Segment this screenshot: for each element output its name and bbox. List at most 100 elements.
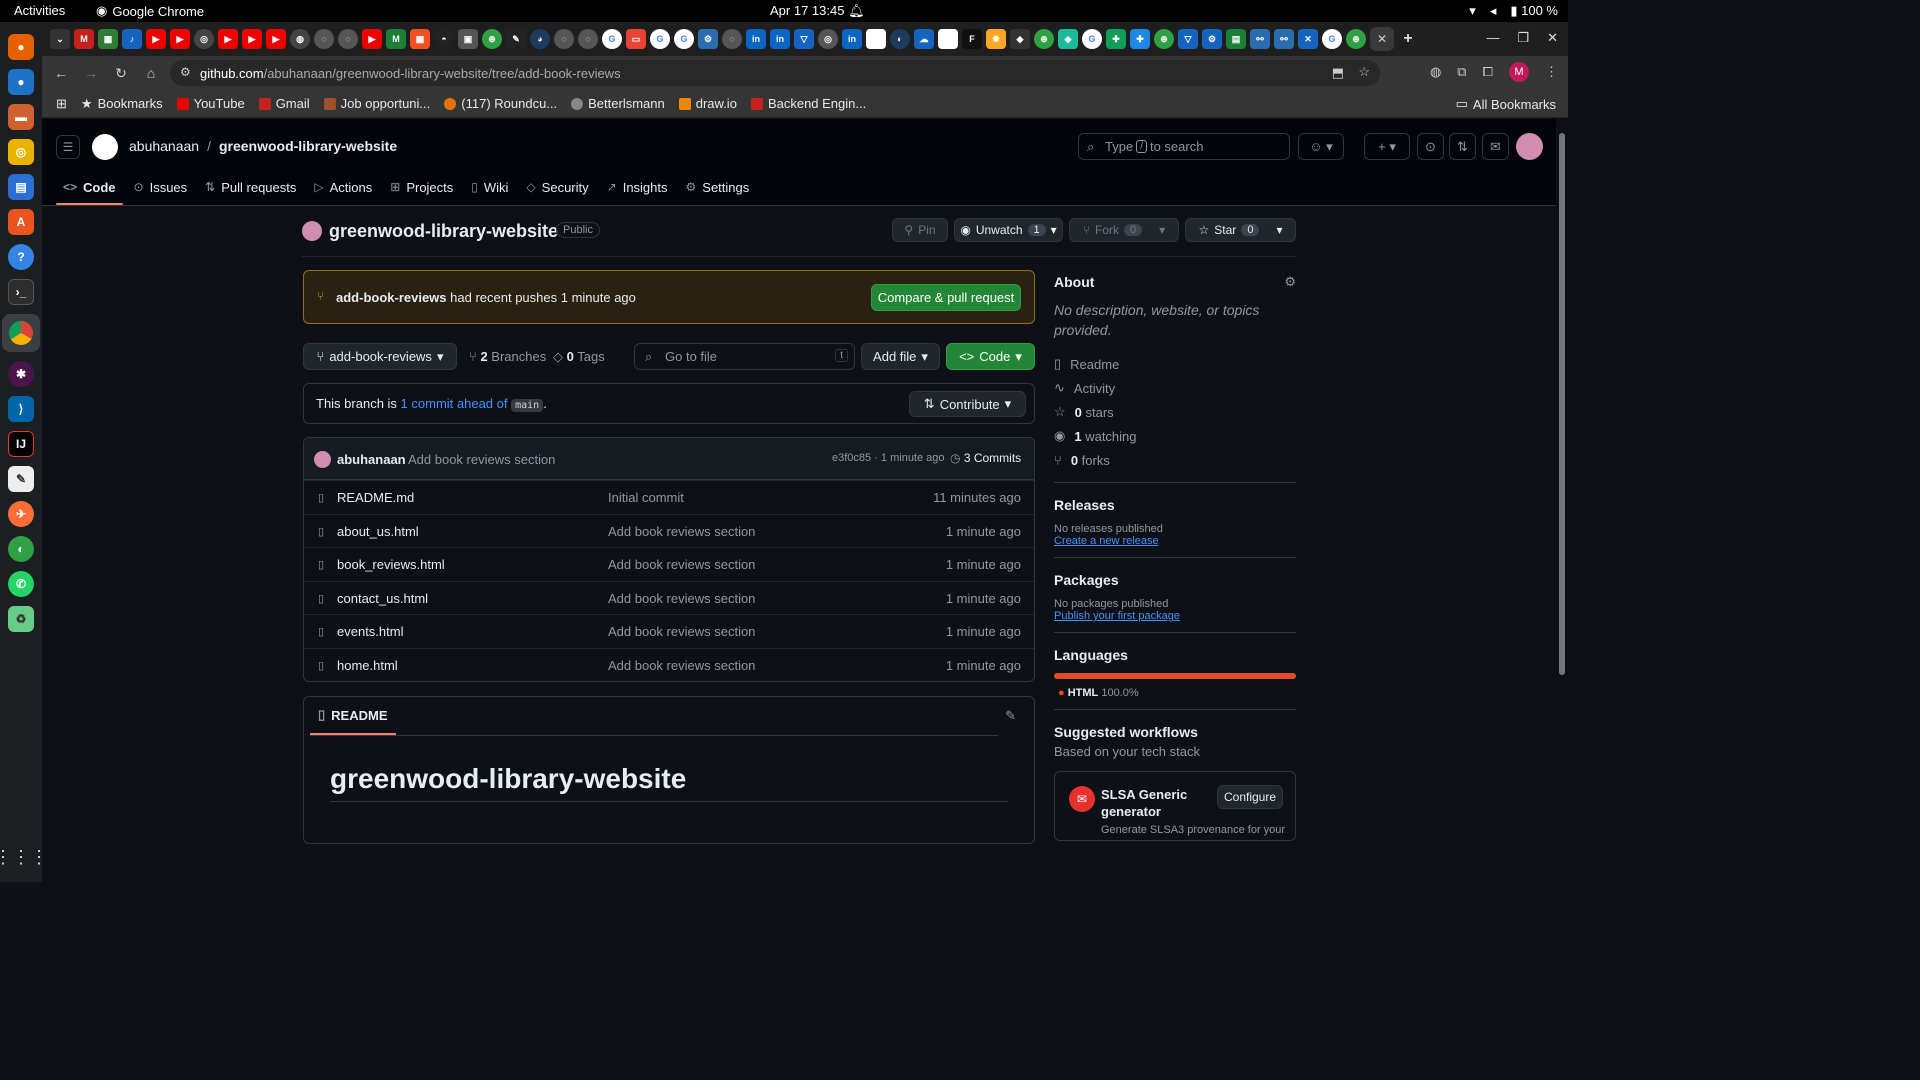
pin-button[interactable]: ⚲ Pin <box>892 218 948 242</box>
youtube-tab-icon[interactable]: ▶ <box>218 29 238 49</box>
tab-favicon[interactable]: ◌ <box>314 29 334 49</box>
file-name[interactable]: book_reviews.html <box>337 557 445 572</box>
gear-icon[interactable]: ⚙ <box>1284 274 1296 290</box>
code-button[interactable]: <> Code ▾ <box>946 343 1035 370</box>
tab-favicon[interactable]: ◌ <box>554 29 574 49</box>
file-commit-message[interactable]: Add book reviews section <box>608 557 755 572</box>
tab-favicon[interactable]: ✚ <box>1106 29 1126 49</box>
intellij-icon[interactable]: IJ <box>8 431 34 457</box>
tab-favicon[interactable]: F <box>962 29 982 49</box>
repo-name[interactable]: greenwood-library-website <box>329 221 558 242</box>
github-logo-icon[interactable] <box>92 134 118 160</box>
bookmark-item[interactable]: YouTube <box>176 96 245 111</box>
tab-favicon[interactable]: ⊕ <box>482 29 502 49</box>
files-icon[interactable]: ▬ <box>8 104 34 130</box>
mongodb-compass-icon[interactable]: ◐ <box>8 536 34 562</box>
file-commit-message[interactable]: Add book reviews section <box>608 624 755 639</box>
github-tab-icon[interactable]: ◓ <box>434 29 454 49</box>
bookmark-item[interactable]: (117) Roundcu... <box>444 96 557 111</box>
watching-link[interactable]: ◉ 1 watching <box>1054 424 1296 448</box>
all-bookmarks[interactable]: ▭ All Bookmarks <box>1456 96 1556 112</box>
profile-avatar[interactable]: M <box>1509 62 1529 82</box>
youtube-tab-icon[interactable]: ▶ <box>170 29 190 49</box>
fork-button[interactable]: ⑂ Fork 0 ▾ <box>1069 218 1179 242</box>
add-file-button[interactable]: Add file ▾ <box>861 343 940 370</box>
issues-button[interactable]: ⊙ <box>1417 133 1444 160</box>
commits-ahead-link[interactable]: 1 commit ahead of <box>401 396 508 411</box>
file-row[interactable]: ▯ book_reviews.html Add book reviews secti… <box>304 547 1034 581</box>
notifications-button[interactable]: ✉ <box>1482 133 1509 160</box>
file-row[interactable]: ▯ home.html Add book reviews section 1 minu… <box>304 647 1034 682</box>
slack-icon[interactable]: ✱ <box>8 361 34 387</box>
hamburger-menu-icon[interactable]: ☰ <box>56 135 80 159</box>
file-commit-message[interactable]: Add book reviews section <box>608 658 755 673</box>
google-tab-icon[interactable]: G <box>674 29 694 49</box>
trash-icon[interactable]: ♻ <box>8 606 34 632</box>
owner-link[interactable]: abuhanaan <box>129 138 199 154</box>
tab-favicon[interactable] <box>866 29 886 49</box>
google-tab-icon[interactable]: G <box>602 29 622 49</box>
create-release-link[interactable]: Create a new release <box>1054 535 1296 547</box>
bookmark-item[interactable]: Betterlsmann <box>571 96 665 111</box>
close-window-icon[interactable]: ✕ <box>1547 30 1558 46</box>
bookmark-item[interactable]: Job opportuni... <box>323 96 430 111</box>
tab-favicon[interactable]: ◕ <box>530 29 550 49</box>
tab-favicon[interactable]: ☁ <box>914 29 934 49</box>
tab-favicon[interactable]: ♪ <box>122 29 142 49</box>
tab-favicon[interactable]: ✕ <box>1298 29 1318 49</box>
tab-favicon[interactable]: ▽ <box>794 29 814 49</box>
app-menu[interactable]: ◉ Google Chrome <box>96 3 204 19</box>
terminal-icon[interactable]: ›_ <box>8 279 34 305</box>
tab-favicon[interactable]: ◌ <box>338 29 358 49</box>
new-tab-icon[interactable]: + <box>1398 29 1418 49</box>
contribute-button[interactable]: ⇅ Contribute ▾ <box>909 391 1026 417</box>
thunderbird-icon[interactable]: ● <box>8 69 34 95</box>
tab-favicon[interactable]: ▭ <box>626 29 646 49</box>
install-app-icon[interactable]: ⬒ <box>1332 65 1344 81</box>
youtube-tab-icon[interactable]: ▶ <box>362 29 382 49</box>
tab-favicon[interactable]: ▽ <box>1178 29 1198 49</box>
postman-icon[interactable]: ✈ <box>8 501 34 527</box>
branches-link[interactable]: ⑂ 2 Branches <box>469 349 546 364</box>
file-name[interactable]: contact_us.html <box>337 591 428 606</box>
gmail-tab-icon[interactable]: M <box>74 29 94 49</box>
file-row[interactable]: ▯ events.html Add book reviews section 1 mi… <box>304 614 1034 648</box>
google-tab-icon[interactable]: G <box>1082 29 1102 49</box>
linkedin-tab-icon[interactable]: in <box>770 29 790 49</box>
bookmark-star-icon[interactable]: ☆ <box>1358 64 1370 80</box>
tab-actions[interactable]: ▷ Actions <box>307 171 379 203</box>
tab-favicon[interactable]: ✹ <box>986 29 1006 49</box>
user-avatar[interactable] <box>1516 133 1543 160</box>
youtube-tab-icon[interactable]: ▶ <box>266 29 286 49</box>
readme-tab[interactable]: ▯ README <box>310 697 396 735</box>
linkedin-tab-icon[interactable]: in <box>746 29 766 49</box>
clock[interactable]: Apr 17 13:45 🔔︎ <box>770 3 865 19</box>
writer-icon[interactable]: ▤ <box>8 174 34 200</box>
firefox-icon[interactable]: ● <box>8 34 34 60</box>
file-name[interactable]: events.html <box>337 624 403 639</box>
stars-link[interactable]: ☆ 0 stars <box>1054 400 1296 424</box>
youtube-tab-icon[interactable]: ▶ <box>242 29 262 49</box>
help-icon[interactable]: ? <box>8 244 34 270</box>
publish-package-link[interactable]: Publish your first package <box>1054 610 1296 622</box>
bookmark-item[interactable]: Gmail <box>258 96 310 111</box>
file-name[interactable]: home.html <box>337 658 398 673</box>
microsoft-tab-icon[interactable]: ▦ <box>410 29 430 49</box>
file-commit-message[interactable]: Initial commit <box>608 490 684 505</box>
tab-search-icon[interactable]: ⌄ <box>50 29 70 49</box>
repo-link[interactable]: greenwood-library-website <box>219 138 397 154</box>
show-apps-icon[interactable]: ⋮⋮⋮ <box>0 847 48 868</box>
tab-issues[interactable]: ⊙ Issues <box>127 171 195 203</box>
tab-favicon[interactable]: ✎ <box>506 29 526 49</box>
page-scrollbar[interactable] <box>1556 119 1568 882</box>
tab-favicon[interactable]: ⊕ <box>1346 29 1366 49</box>
tab-insights[interactable]: ↗ Insights <box>600 171 675 203</box>
tab-favicon[interactable]: ◌ <box>578 29 598 49</box>
software-icon[interactable]: A <box>8 209 34 235</box>
bookmark-item[interactable]: draw.io <box>678 96 737 111</box>
tags-link[interactable]: ◇ 0 Tags <box>553 349 605 365</box>
branch-selector[interactable]: ⑂ add-book-reviews ▾ <box>303 343 457 370</box>
latest-commit-message[interactable]: Add book reviews section <box>408 452 555 467</box>
extension-icon[interactable]: ◍ <box>1430 64 1441 80</box>
tab-security[interactable]: ◇ Security <box>519 171 595 203</box>
